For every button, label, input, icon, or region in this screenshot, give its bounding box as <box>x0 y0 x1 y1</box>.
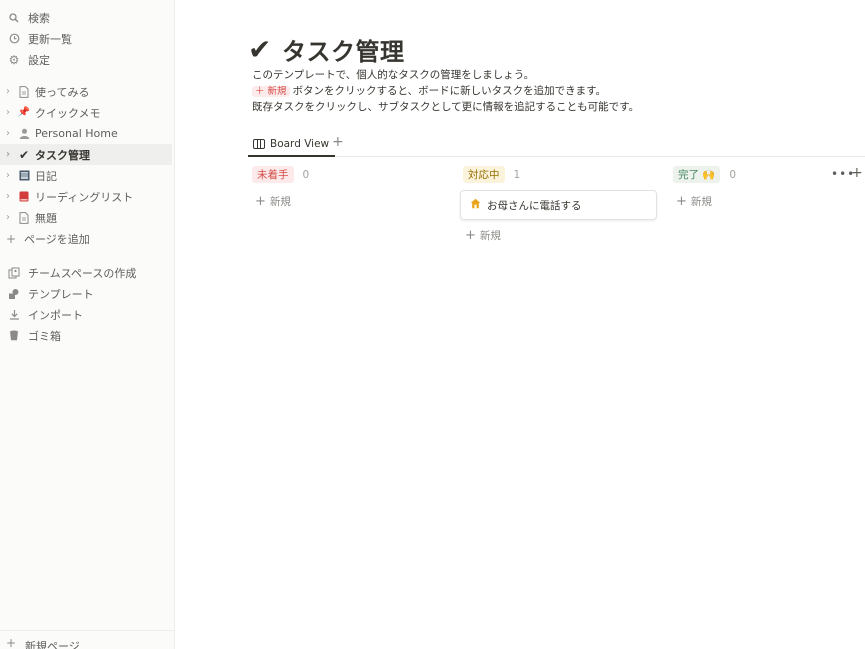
column-count: 0 <box>729 168 737 181</box>
board-column-header[interactable]: 完了 🙌 0 <box>673 166 736 183</box>
shapes-icon <box>8 288 20 300</box>
sidebar-page-label: リーディングリスト <box>35 190 134 204</box>
chevron-right-icon[interactable]: › <box>6 128 14 139</box>
sidebar-templates[interactable]: テンプレート <box>0 283 172 304</box>
sidebar-page-label: Personal Home <box>35 127 118 140</box>
sidebar-settings-label: 設定 <box>28 53 50 67</box>
sidebar-page-label: 日記 <box>35 169 57 183</box>
page-icon <box>18 85 30 98</box>
chevron-right-icon[interactable]: › <box>6 107 14 118</box>
sidebar-page-label: 無題 <box>35 211 57 225</box>
sidebar-trash[interactable]: ゴミ箱 <box>0 325 172 346</box>
sidebar-settings[interactable]: ⚙ 設定 <box>0 49 172 70</box>
teamspace-icon <box>8 267 20 279</box>
plus-icon: + <box>676 194 687 209</box>
sidebar-page-task-management[interactable]: › ✔ タスク管理 <box>0 144 172 165</box>
add-view-button[interactable]: + <box>332 134 344 150</box>
pushpin-icon: 📌 <box>17 107 31 118</box>
sidebar-updates-label: 更新一覧 <box>28 32 72 46</box>
page-icon <box>18 211 30 224</box>
sidebar-create-teamspace-label: チームスペースの作成 <box>28 266 137 280</box>
sidebar-create-teamspace[interactable]: チームスペースの作成 <box>0 262 172 283</box>
tab-board-view[interactable]: Board View <box>248 133 336 157</box>
new-card-label: 新規 <box>479 230 501 242</box>
sidebar-trash-label: ゴミ箱 <box>28 329 61 343</box>
trash-icon <box>8 330 20 342</box>
sidebar-page-untitled[interactable]: › 無題 <box>0 207 172 228</box>
sidebar: 検索 更新一覧 ⚙ 設定 › 使ってみる › 📌 クイックメモ › Person… <box>0 0 175 649</box>
description-line-2-text: ボタンをクリックすると、ボードに新しいタスクを追加できます。 <box>292 85 607 97</box>
sidebar-import[interactable]: インポート <box>0 304 172 325</box>
new-card-label: 新規 <box>690 196 712 208</box>
sidebar-new-page-label: 新規ページ <box>25 640 80 649</box>
sidebar-page-personal-home[interactable]: › Personal Home <box>0 123 172 144</box>
chevron-right-icon[interactable]: › <box>6 170 14 181</box>
sidebar-page-tsukattemiru[interactable]: › 使ってみる <box>0 81 172 102</box>
checkmark-icon: ✔ <box>18 147 30 162</box>
plus-icon: + <box>255 194 266 209</box>
new-button-chip: ＋ 新規 <box>252 86 290 97</box>
sidebar-search[interactable]: 検索 <box>0 7 172 28</box>
sidebar-add-page-label: ページを追加 <box>24 232 90 246</box>
new-card-button[interactable]: + 新規 <box>465 228 501 243</box>
download-icon <box>8 309 20 321</box>
add-group-button[interactable]: + <box>851 165 863 181</box>
board-icon <box>253 139 265 149</box>
sidebar-page-reading-list[interactable]: › リーディングリスト <box>0 186 172 207</box>
page-title[interactable]: タスク管理 <box>282 32 405 67</box>
chevron-right-icon[interactable]: › <box>6 191 14 202</box>
plus-icon: + <box>6 636 17 649</box>
sidebar-add-page[interactable]: + ページを追加 <box>0 228 172 249</box>
new-card-button[interactable]: + 新規 <box>255 194 291 209</box>
view-tabs: Board View + <box>248 130 865 157</box>
notebook-icon <box>18 170 30 182</box>
checkmark-icon[interactable]: ✔ <box>248 35 282 64</box>
page-title-row: ✔ タスク管理 <box>248 32 405 67</box>
sidebar-templates-label: テンプレート <box>28 287 94 301</box>
tab-board-view-label: Board View <box>270 138 330 150</box>
description-line-2: ＋ 新規 ボタンをクリックすると、ボードに新しいタスクを追加できます。 <box>252 83 606 98</box>
plus-icon: + <box>465 228 476 243</box>
sidebar-search-label: 検索 <box>28 11 50 25</box>
sidebar-page-diary[interactable]: › 日記 <box>0 165 172 186</box>
chevron-right-icon[interactable]: › <box>6 149 14 160</box>
red-book-icon <box>18 191 30 203</box>
person-icon <box>18 128 30 140</box>
sidebar-page-label: 使ってみる <box>35 85 90 99</box>
house-icon <box>470 198 482 212</box>
board-card[interactable]: お母さんに電話する <box>460 190 657 220</box>
status-badge: 完了 🙌 <box>673 166 721 183</box>
status-badge: 未着手 <box>252 166 294 183</box>
card-title: お母さんに電話する <box>487 199 582 212</box>
description-line-3: 既存タスクをクリックし、サブタスクとして更に情報を追記することも可能です。 <box>252 101 640 113</box>
clock-icon <box>8 33 20 45</box>
status-badge: 対応中 <box>463 166 505 183</box>
sidebar-page-label: タスク管理 <box>35 148 90 162</box>
column-count: 0 <box>302 168 310 181</box>
column-count: 1 <box>513 168 521 181</box>
sidebar-new-page[interactable]: + 新規ページ <box>0 630 175 649</box>
board-column-header[interactable]: 対応中 1 <box>463 166 520 183</box>
gear-icon: ⚙ <box>8 52 20 67</box>
sidebar-import-label: インポート <box>28 308 83 322</box>
board-column-header[interactable]: 未着手 0 <box>252 166 309 183</box>
chevron-right-icon[interactable]: › <box>6 212 14 223</box>
sidebar-page-quickmemo[interactable]: › 📌 クイックメモ <box>0 102 172 123</box>
description-line-1: このテンプレートで、個人的なタスクの管理をしましょう。 <box>252 69 535 81</box>
plus-icon: + <box>6 231 17 246</box>
chevron-right-icon[interactable]: › <box>6 86 14 97</box>
new-card-label: 新規 <box>269 196 291 208</box>
sidebar-updates[interactable]: 更新一覧 <box>0 28 172 49</box>
sidebar-page-label: クイックメモ <box>35 106 101 120</box>
new-card-button[interactable]: + 新規 <box>676 194 712 209</box>
search-icon <box>8 12 20 24</box>
